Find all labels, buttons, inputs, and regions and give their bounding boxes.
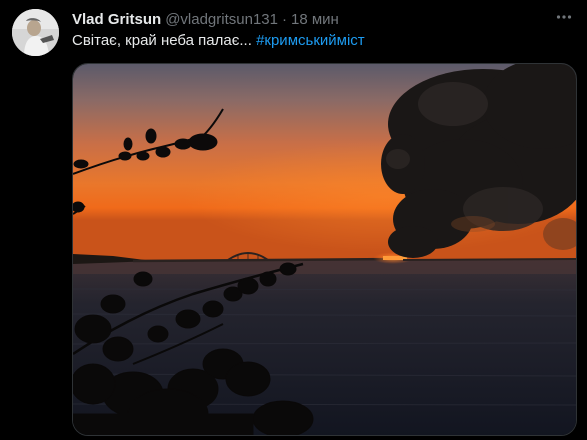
avatar-photo — [12, 9, 59, 56]
tweet-body: Світає, край неба палає... — [72, 32, 252, 49]
author-name[interactable]: Vlad Gritsun — [72, 11, 161, 28]
separator: · — [281, 10, 287, 28]
hashtag-link[interactable]: #кримськийміст — [256, 32, 365, 49]
tweet-photo[interactable] — [72, 63, 577, 436]
tweet-text: Світає, край неба палає... #кримськийміс… — [72, 32, 365, 50]
tweet-header: Vlad Gritsun @vladgritsun131 · 18 мин — [72, 10, 339, 28]
tweet: Vlad Gritsun @vladgritsun131 · 18 мин Св… — [0, 0, 587, 440]
avatar[interactable] — [12, 9, 59, 56]
author-handle[interactable]: @vladgritsun131 — [165, 11, 278, 28]
sunset-bridge-smoke-image — [73, 64, 576, 435]
more-options-icon[interactable] — [551, 4, 577, 30]
timestamp[interactable]: 18 мин — [291, 11, 339, 28]
